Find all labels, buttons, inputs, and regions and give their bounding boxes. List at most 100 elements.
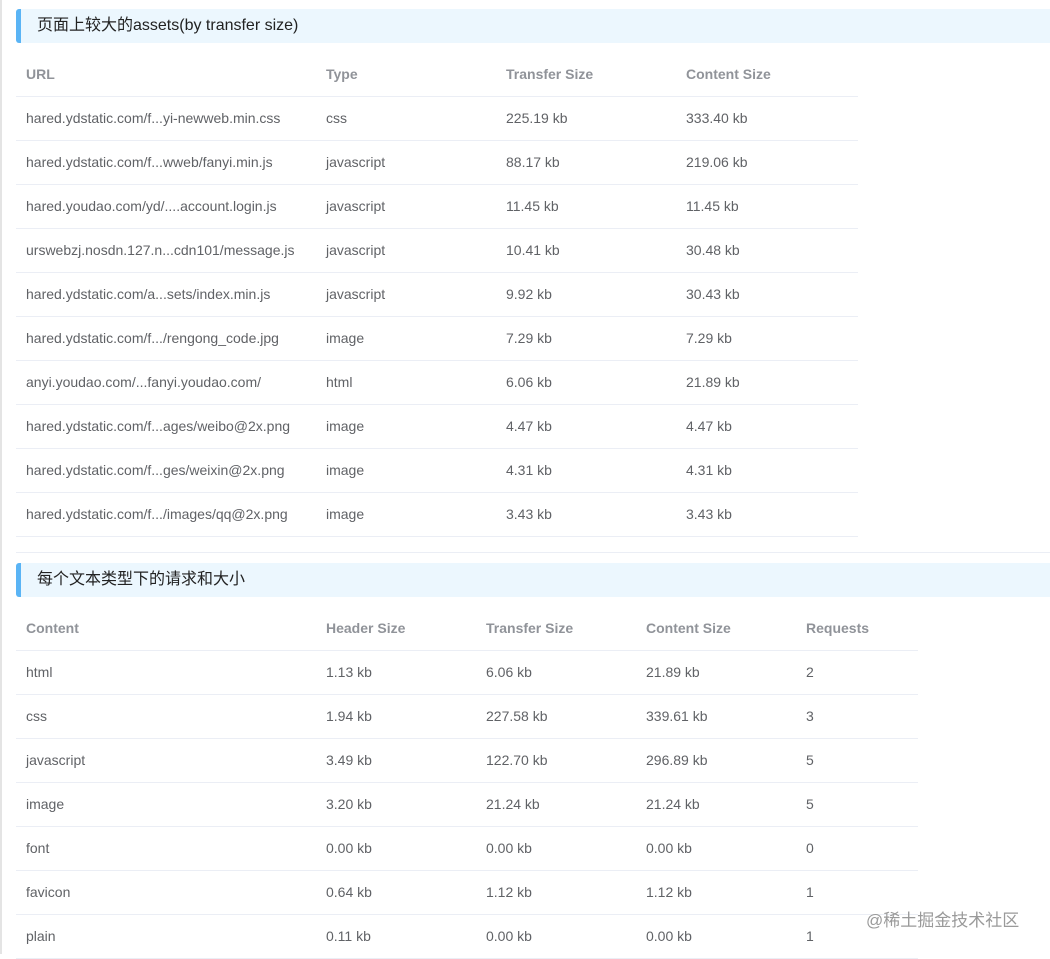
table-cell: javascript: [316, 272, 496, 317]
column-header: Requests: [796, 606, 918, 651]
table-row: javascript 3.49 kb 122.70 kb 296.89 kb 5: [16, 738, 918, 783]
table-cell: 122.70 kb: [476, 738, 636, 783]
table-cell: 3.43 kb: [676, 492, 858, 537]
table-cell: 21.89 kb: [636, 650, 796, 695]
table-cell: 0.00 kb: [316, 826, 476, 871]
table-cell: 3.43 kb: [496, 492, 676, 537]
table-row: hared.ydstatic.com/f.../images/qq@2x.png…: [16, 492, 858, 537]
table-cell: css: [16, 694, 316, 739]
table-cell: image: [316, 492, 496, 537]
table-cell: 0.64 kb: [316, 870, 476, 915]
table-cell: 3: [796, 694, 918, 739]
column-header: Content Size: [636, 606, 796, 651]
table-row: css 1.94 kb 227.58 kb 339.61 kb 3: [16, 694, 918, 739]
table-row: hared.ydstatic.com/f...ges/weixin@2x.png…: [16, 448, 858, 493]
table-cell: 3.49 kb: [316, 738, 476, 783]
table-cell: 4.47 kb: [496, 404, 676, 449]
table-cell: 6.06 kb: [476, 650, 636, 695]
table-row: urswebzj.nosdn.127.n...cdn101/message.js…: [16, 228, 858, 273]
table-cell: hared.ydstatic.com/f...ages/weibo@2x.png: [16, 404, 316, 449]
column-header: Header Size: [316, 606, 476, 651]
table-cell: 9.92 kb: [496, 272, 676, 317]
table-cell: javascript: [316, 140, 496, 185]
table-cell: 225.19 kb: [496, 96, 676, 141]
table-cell: 4.47 kb: [676, 404, 858, 449]
column-header: Content Size: [676, 52, 858, 97]
table-cell: 0.11 kb: [316, 914, 476, 959]
table-cell: 0: [796, 826, 918, 871]
table-cell: 21.24 kb: [636, 782, 796, 827]
table-cell: 2: [796, 650, 918, 695]
table-cell: favicon: [16, 870, 316, 915]
table-row: hared.ydstatic.com/f...ages/weibo@2x.png…: [16, 404, 858, 449]
table-cell: 7.29 kb: [496, 316, 676, 361]
table-cell: 4.31 kb: [496, 448, 676, 493]
table-cell: 10.41 kb: [496, 228, 676, 273]
table-cell: hared.ydstatic.com/f.../images/qq@2x.png: [16, 492, 316, 537]
table-cell: 30.43 kb: [676, 272, 858, 317]
table-cell: 11.45 kb: [496, 184, 676, 229]
table-cell: javascript: [316, 184, 496, 229]
column-header: URL: [16, 52, 316, 97]
table-cell: hared.ydstatic.com/f...ges/weixin@2x.png: [16, 448, 316, 493]
table-row: html 1.13 kb 6.06 kb 21.89 kb 2: [16, 650, 918, 695]
table-row: image 3.20 kb 21.24 kb 21.24 kb 5: [16, 782, 918, 827]
table-row: hared.ydstatic.com/f...yi-newweb.min.css…: [16, 96, 858, 141]
table-cell: 1.12 kb: [476, 870, 636, 915]
table-cell: 339.61 kb: [636, 694, 796, 739]
column-header: Content: [16, 606, 316, 651]
table-cell: urswebzj.nosdn.127.n...cdn101/message.js: [16, 228, 316, 273]
table-cell: 333.40 kb: [676, 96, 858, 141]
table-cell: 6.06 kb: [496, 360, 676, 405]
table-cell: 21.24 kb: [476, 782, 636, 827]
table-cell: image: [16, 782, 316, 827]
table-cell: 5: [796, 738, 918, 783]
column-header: Transfer Size: [476, 606, 636, 651]
table-cell: 1.13 kb: [316, 650, 476, 695]
table-cell: 88.17 kb: [496, 140, 676, 185]
table-cell: 11.45 kb: [676, 184, 858, 229]
section-divider: [16, 552, 1050, 553]
table-cell: javascript: [316, 228, 496, 273]
table-cell: 1.12 kb: [636, 870, 796, 915]
table-cell: anyi.youdao.com/...fanyi.youdao.com/: [16, 360, 316, 405]
watermark: @稀土掘金技术社区: [866, 911, 1020, 930]
table-cell: 0.00 kb: [636, 826, 796, 871]
table-cell: image: [316, 404, 496, 449]
table-cell: 296.89 kb: [636, 738, 796, 783]
table-cell: css: [316, 96, 496, 141]
section-title-content-types: 每个文本类型下的请求和大小: [16, 563, 1050, 597]
table-cell: hared.ydstatic.com/a...sets/index.min.js: [16, 272, 316, 317]
table-cell: image: [316, 316, 496, 361]
table-row: favicon 0.64 kb 1.12 kb 1.12 kb 1: [16, 870, 918, 915]
table-row: hared.ydstatic.com/a...sets/index.min.js…: [16, 272, 858, 317]
table-cell: 21.89 kb: [676, 360, 858, 405]
table-cell: 30.48 kb: [676, 228, 858, 273]
content-types-table: Content Header Size Transfer Size Content S…: [16, 606, 918, 959]
table-row: plain 0.11 kb 0.00 kb 0.00 kb 1: [16, 914, 918, 959]
table-cell: font: [16, 826, 316, 871]
table-row: font 0.00 kb 0.00 kb 0.00 kb 0: [16, 826, 918, 871]
large-assets-table: URL Type Transfer Size Content Size hared.yd…: [16, 52, 858, 537]
table-cell: 3.20 kb: [316, 782, 476, 827]
table-cell: 1.94 kb: [316, 694, 476, 739]
table-cell: html: [316, 360, 496, 405]
table-cell: 0.00 kb: [476, 826, 636, 871]
table-cell: 219.06 kb: [676, 140, 858, 185]
table-cell: 4.31 kb: [676, 448, 858, 493]
column-header: Type: [316, 52, 496, 97]
table-cell: image: [316, 448, 496, 493]
table-cell: hared.ydstatic.com/f.../rengong_code.jpg: [16, 316, 316, 361]
table-cell: plain: [16, 914, 316, 959]
table-cell: 5: [796, 782, 918, 827]
table-cell: hared.youdao.com/yd/....account.login.js: [16, 184, 316, 229]
table-row: hared.youdao.com/yd/....account.login.js…: [16, 184, 858, 229]
column-header: Transfer Size: [496, 52, 676, 97]
table-cell: html: [16, 650, 316, 695]
table-row: hared.ydstatic.com/f...wweb/fanyi.min.js…: [16, 140, 858, 185]
table-cell: hared.ydstatic.com/f...yi-newweb.min.css: [16, 96, 316, 141]
table-cell: 0.00 kb: [636, 914, 796, 959]
table-cell: javascript: [16, 738, 316, 783]
table-row: anyi.youdao.com/...fanyi.youdao.com/html…: [16, 360, 858, 405]
table-cell: 7.29 kb: [676, 316, 858, 361]
